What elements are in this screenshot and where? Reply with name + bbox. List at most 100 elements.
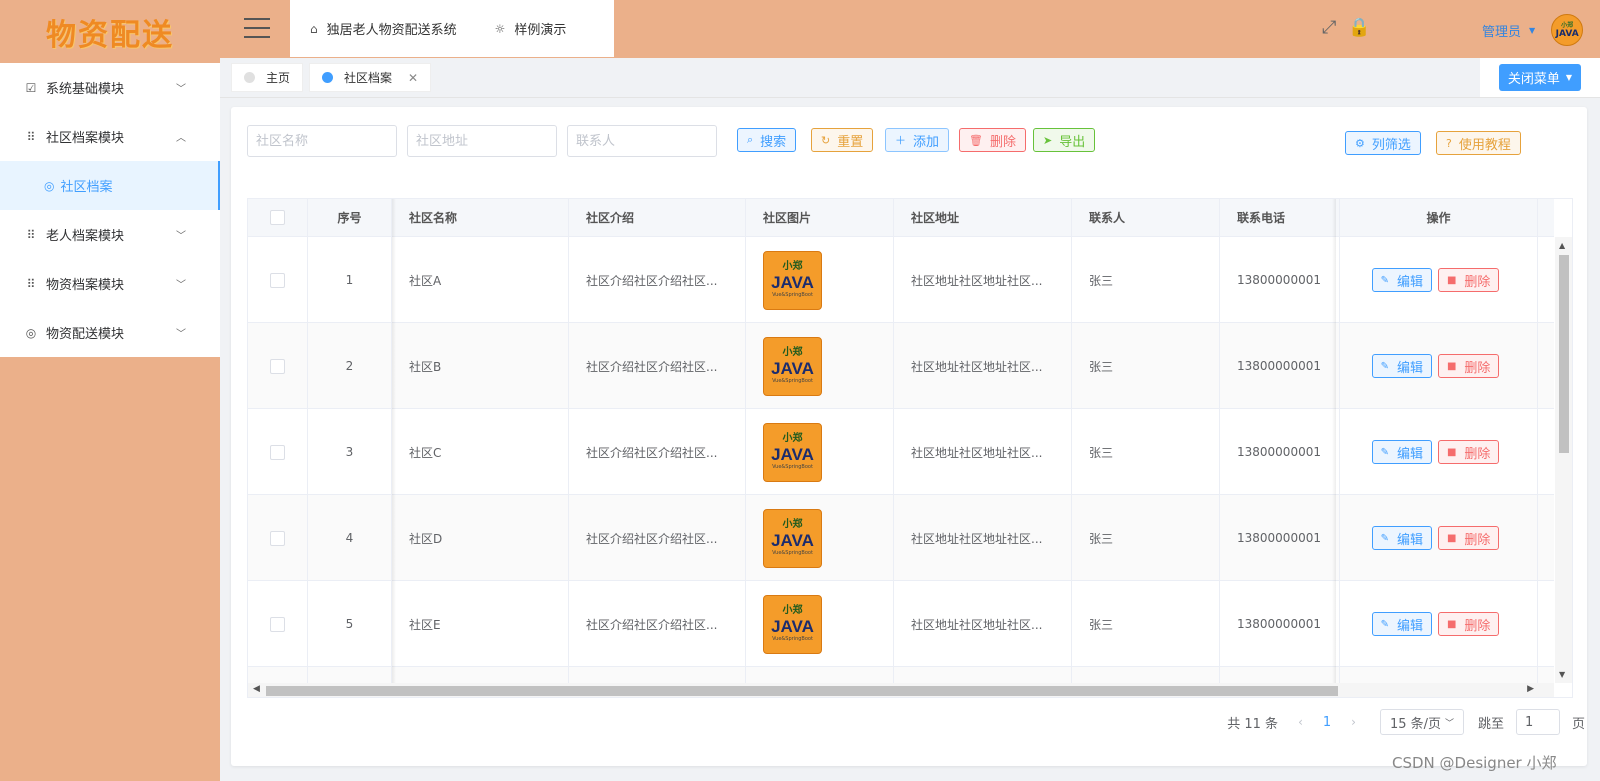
header-nav-home[interactable]: ⌂ 独居老人物资配送系统 bbox=[310, 19, 457, 39]
community-name-input[interactable] bbox=[247, 125, 397, 157]
sidebar-item-material-archive[interactable]: ⠿ 物资档案模块 ﹀ bbox=[0, 259, 220, 308]
cell-contact: 张三 bbox=[1072, 237, 1220, 323]
row-delete-button[interactable]: ■ 删除 bbox=[1437, 354, 1500, 378]
tab-community-archive[interactable]: 社区档案 ✕ bbox=[309, 63, 432, 92]
scroll-right-icon[interactable]: ▶ bbox=[1527, 684, 1534, 694]
table-row[interactable]: 1 社区A 社区介绍社区介绍社区... 小郑 JAVA Vue&SpringBoot 社区地… bbox=[248, 237, 1554, 323]
jump-page-input[interactable] bbox=[1515, 709, 1560, 735]
col-name[interactable]: 社区名称 bbox=[392, 199, 569, 236]
cell-image: 小郑JAVAVue&SpringBoot bbox=[746, 581, 894, 667]
image-text-top: 小郑 bbox=[782, 347, 803, 358]
reset-button[interactable]: ↻ 重置 bbox=[811, 128, 874, 152]
cell-phone: 13800000001 bbox=[1220, 495, 1340, 581]
send-icon: ➤ bbox=[1043, 133, 1053, 147]
header-nav-demo[interactable]: ☼ 样例演示 bbox=[495, 19, 567, 39]
community-address-input[interactable] bbox=[407, 125, 557, 157]
add-button-label: 添加 bbox=[913, 134, 940, 150]
row-delete-button[interactable]: ■ 删除 bbox=[1437, 526, 1500, 550]
cell-image: 小郑JAVAVue&SpringBoot bbox=[746, 667, 894, 683]
table-row[interactable]: 2 社区B 社区介绍社区介绍社区... 小郑 JAVA Vue&SpringBoot 社区地… bbox=[248, 323, 1554, 409]
community-image[interactable]: 小郑 JAVA Vue&SpringBoot bbox=[763, 250, 822, 310]
col-index[interactable]: 序号 bbox=[308, 199, 392, 236]
next-page-icon[interactable]: › bbox=[1351, 715, 1356, 729]
image-text-top: 小郑 bbox=[782, 433, 803, 444]
sidebar-subitem-community-archive[interactable]: ◎ 社区档案 bbox=[0, 161, 220, 210]
cell-actions: ✎ 编辑 ■ 删除 bbox=[1340, 323, 1538, 409]
row-checkbox[interactable] bbox=[270, 358, 285, 374]
vertical-scroll-thumb[interactable] bbox=[1559, 255, 1569, 453]
page-number-current[interactable]: 1 bbox=[1323, 715, 1331, 730]
prev-page-icon[interactable]: ‹ bbox=[1298, 715, 1303, 729]
hamburger-menu-icon[interactable] bbox=[244, 18, 270, 38]
watermark: CSDN @Designer 小郑 bbox=[1392, 754, 1557, 772]
edit-button[interactable]: ✎ 编辑 bbox=[1371, 268, 1432, 292]
cell-select bbox=[248, 667, 308, 683]
community-image[interactable]: 小郑 JAVA Vue&SpringBoot bbox=[763, 422, 822, 482]
edit-button[interactable]: ✎ 编辑 bbox=[1371, 440, 1432, 464]
row-delete-button[interactable]: ■ 删除 bbox=[1437, 612, 1500, 636]
page-size-select[interactable]: 15 条/页 ﹀ bbox=[1379, 709, 1464, 735]
lock-icon[interactable]: 🔒 bbox=[1348, 17, 1370, 38]
sidebar-item-elder-archive[interactable]: ⠿ 老人档案模块 ﹀ bbox=[0, 210, 220, 259]
delete-button[interactable]: 🗑 删除 bbox=[959, 128, 1026, 152]
user-name[interactable]: 管理员 bbox=[1482, 21, 1521, 40]
scroll-down-icon[interactable]: ▼ bbox=[1559, 670, 1565, 679]
caret-down-icon[interactable]: ▼ bbox=[1529, 26, 1535, 35]
table-row[interactable]: 3 社区C 社区介绍社区介绍社区... 小郑 JAVA Vue&SpringBoot 社区地… bbox=[248, 409, 1554, 495]
avatar[interactable]: 小郑 JAVA bbox=[1551, 14, 1584, 46]
community-image[interactable]: 小郑 JAVA Vue&SpringBoot bbox=[763, 336, 822, 396]
chevron-down-icon: ﹀ bbox=[176, 329, 186, 340]
export-button[interactable]: ➤ 导出 bbox=[1033, 128, 1096, 152]
reset-button-label: 重置 bbox=[837, 134, 864, 150]
add-button[interactable]: ＋ 添加 bbox=[885, 128, 950, 152]
col-intro[interactable]: 社区介绍 bbox=[569, 199, 746, 236]
tab-bar: 主页 社区档案 ✕ 关闭菜单 ▼ bbox=[220, 58, 1600, 98]
community-image[interactable]: 小郑 JAVA Vue&SpringBoot bbox=[763, 508, 822, 568]
col-address[interactable]: 社区地址 bbox=[894, 199, 1072, 236]
row-delete-button[interactable]: ■ 删除 bbox=[1437, 440, 1500, 464]
edit-button[interactable]: ✎ 编辑 bbox=[1371, 526, 1432, 550]
tutorial-button[interactable]: ? 使用教程 bbox=[1436, 131, 1521, 155]
row-delete-button[interactable]: ■ 删除 bbox=[1437, 268, 1500, 292]
table-row[interactable]: 小郑JAVAVue&SpringBoot bbox=[248, 667, 1554, 683]
edit-button[interactable]: ✎ 编辑 bbox=[1371, 354, 1432, 378]
horizontal-scrollbar[interactable]: ◀ ▶ bbox=[248, 683, 1554, 697]
select-all-cell bbox=[248, 199, 308, 236]
table-row[interactable]: 4 社区D 社区介绍社区介绍社区... 小郑 JAVA Vue&SpringBoot 社区地… bbox=[248, 495, 1554, 581]
scroll-up-icon[interactable]: ▲ bbox=[1559, 241, 1565, 250]
tab-home[interactable]: 主页 bbox=[231, 63, 304, 92]
close-menu-button[interactable]: 关闭菜单 ▼ bbox=[1498, 64, 1582, 91]
community-image[interactable]: 小郑 JAVA Vue&SpringBoot bbox=[763, 594, 822, 654]
table-row[interactable]: 5 社区E 社区介绍社区介绍社区... 小郑 JAVA Vue&SpringBoot 社区地… bbox=[248, 581, 1554, 667]
circle-icon: ◎ bbox=[44, 178, 55, 193]
sidebar-item-label: 物资档案模块 bbox=[46, 278, 125, 293]
col-contact[interactable]: 联系人 bbox=[1072, 199, 1220, 236]
column-filter-button[interactable]: ⚙ 列筛选 bbox=[1345, 131, 1421, 155]
row-checkbox[interactable] bbox=[270, 444, 285, 460]
row-checkbox[interactable] bbox=[270, 272, 285, 288]
select-all-checkbox[interactable] bbox=[270, 210, 285, 225]
sidebar-item-community-archive[interactable]: ⠿ 社区档案模块 ︿ bbox=[0, 112, 220, 161]
edit-button[interactable]: ✎ 编辑 bbox=[1371, 612, 1432, 636]
cell-name: 社区B bbox=[392, 323, 569, 409]
row-checkbox[interactable] bbox=[270, 616, 285, 632]
sidebar-item-system-base[interactable]: ☑ 系统基础模块 ﹀ bbox=[0, 63, 220, 112]
page-size-value: 15 条/页 bbox=[1389, 716, 1442, 732]
sidebar-item-material-delivery[interactable]: ◎ 物资配送模块 ﹀ bbox=[0, 308, 220, 357]
cell-image: 小郑JAVAVue&SpringBoot bbox=[746, 237, 894, 323]
horizontal-scroll-thumb[interactable] bbox=[266, 686, 1338, 696]
scroll-left-icon[interactable]: ◀ bbox=[253, 684, 260, 694]
cell-phone: 13800000001 bbox=[1220, 237, 1340, 323]
row-checkbox[interactable] bbox=[270, 530, 285, 546]
cell-phone: 13800000001 bbox=[1220, 409, 1340, 495]
fullscreen-icon[interactable]: ⤢ bbox=[1322, 17, 1336, 38]
search-button[interactable]: ⌕ 搜索 bbox=[737, 128, 797, 152]
contact-input[interactable] bbox=[567, 125, 717, 157]
col-phone[interactable]: 联系电话 bbox=[1220, 199, 1340, 236]
close-menu-area: 关闭菜单 ▼ bbox=[1480, 58, 1600, 97]
col-image[interactable]: 社区图片 bbox=[746, 199, 894, 236]
close-icon[interactable]: ✕ bbox=[408, 71, 418, 85]
image-text-main: JAVA bbox=[771, 531, 814, 550]
vertical-scrollbar[interactable]: ▲ ▼ bbox=[1555, 237, 1572, 683]
user-menu[interactable]: 管理员 ▼ 小郑 JAVA bbox=[1482, 14, 1584, 46]
